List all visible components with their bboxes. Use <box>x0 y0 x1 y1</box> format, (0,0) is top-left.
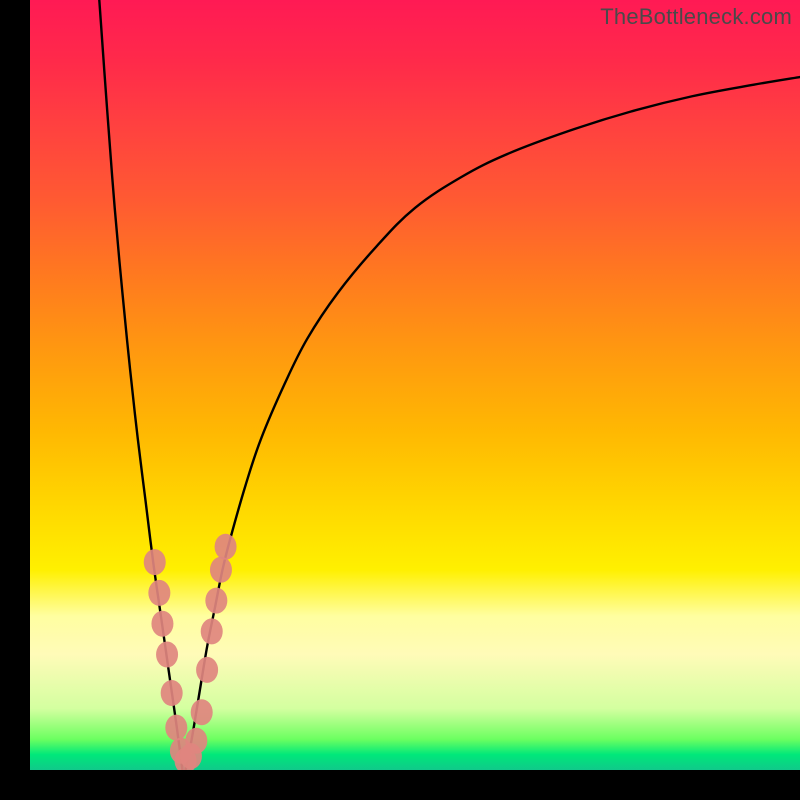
marker-group <box>144 534 237 770</box>
curve-right-branch <box>186 77 800 770</box>
data-marker <box>165 715 187 741</box>
chart-frame: TheBottleneck.com <box>0 0 800 800</box>
data-marker <box>148 580 170 606</box>
data-marker <box>151 611 173 637</box>
data-marker <box>215 534 237 560</box>
data-marker <box>205 588 227 614</box>
data-marker <box>144 549 166 575</box>
data-marker <box>196 657 218 683</box>
data-marker <box>201 618 223 644</box>
data-marker <box>156 642 178 668</box>
data-marker <box>210 557 232 583</box>
data-marker <box>161 680 183 706</box>
plot-area: TheBottleneck.com <box>30 0 800 770</box>
data-marker <box>185 728 207 754</box>
chart-overlay <box>30 0 800 770</box>
data-marker <box>191 699 213 725</box>
